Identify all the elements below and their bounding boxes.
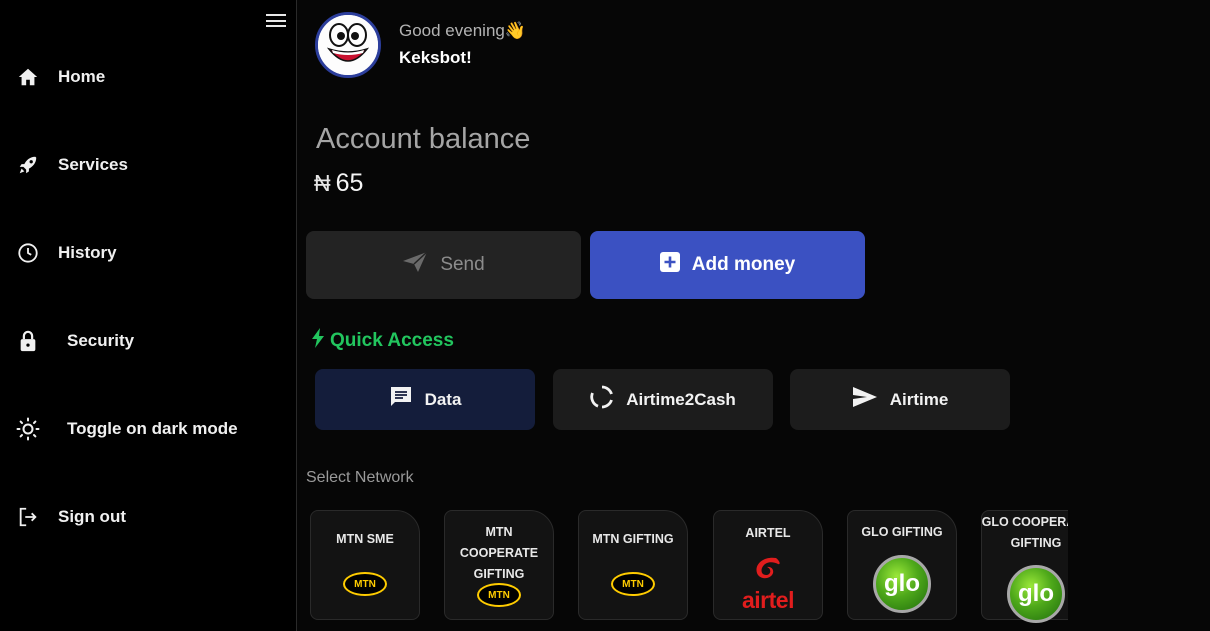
sidebar-item-label: Toggle on dark mode (67, 419, 238, 438)
sidebar: Home Services History Security Toggle on… (0, 0, 297, 631)
sidebar-item-label: Security (67, 331, 135, 350)
network-list: MTN SME MTN MTN COOPERATE GIFTING MTN MT… (308, 510, 1068, 631)
currency-symbol: ₦ (314, 170, 331, 196)
mtn-logo: MTN (611, 572, 655, 596)
send-label: Send (440, 254, 485, 275)
sidebar-item-sign-out[interactable]: Sign out (0, 497, 296, 537)
avatar[interactable] (315, 12, 381, 78)
clock-icon (16, 241, 40, 265)
sign-out-icon (16, 505, 40, 529)
sidebar-item-label: History (58, 243, 117, 262)
plus-square-icon (659, 252, 680, 278)
data-label: Data (424, 389, 462, 409)
network-card-mtn-cooperate-gifting[interactable]: MTN COOPERATE GIFTING MTN (444, 510, 554, 620)
select-network-title: Select Network (306, 469, 414, 486)
sidebar-item-label: Sign out (58, 507, 126, 526)
network-card-label: AIRTEL (745, 526, 791, 540)
airtime2cash-label: Airtime2Cash (626, 389, 736, 409)
add-money-label: Add money (691, 254, 796, 275)
network-card-label: MTN SME (336, 532, 394, 546)
network-card-label: MTN COOPERATE GIFTING (459, 525, 539, 581)
balance-value: ₦ 65 (314, 169, 363, 198)
network-card-label: MTN GIFTING (592, 532, 674, 546)
mtn-logo: MTN (343, 572, 387, 596)
rocket-icon (16, 153, 40, 177)
sidebar-item-security[interactable]: Security (0, 321, 296, 361)
sun-icon (16, 417, 40, 441)
sidebar-item-label: Home (58, 67, 106, 86)
add-money-button[interactable]: Add money (590, 231, 865, 299)
airtel-logo: airtel (714, 556, 822, 614)
airtel-wordmark: airtel (742, 587, 794, 613)
network-card-label: GLO COOPERATE GIFTING (981, 515, 1068, 550)
username: Keksbot! (399, 48, 472, 67)
balance-title: Account balance (316, 123, 531, 155)
refresh-icon (590, 385, 614, 414)
greeting-text: Good evening👋 (399, 21, 527, 40)
sidebar-item-services[interactable]: Services (0, 145, 296, 185)
network-card-label: GLO GIFTING (861, 525, 943, 539)
glo-logo: glo (873, 555, 931, 613)
send-icon (402, 251, 428, 279)
network-card-mtn-sme[interactable]: MTN SME MTN (310, 510, 420, 620)
balance-amount: 65 (335, 169, 364, 197)
sidebar-item-home[interactable]: Home (0, 57, 296, 97)
home-icon (16, 65, 40, 89)
network-card-glo-cooperate-gifting[interactable]: GLO COOPERATE GIFTING glo (981, 510, 1068, 623)
glo-logo: glo (1007, 565, 1065, 623)
send-icon (852, 386, 878, 413)
wave-emoji: 👋 (504, 21, 527, 40)
airtime-label: Airtime (889, 389, 949, 409)
message-icon (389, 385, 413, 414)
send-button[interactable]: Send (306, 231, 581, 299)
quick-access-title: Quick Access (312, 328, 454, 354)
sidebar-item-history[interactable]: History (0, 233, 296, 273)
lightning-icon (312, 328, 324, 354)
network-card-airtel[interactable]: AIRTEL airtel (713, 510, 823, 620)
main-content: Good evening👋 Keksbot! Account balance ₦… (298, 0, 1210, 631)
mtn-logo: MTN (477, 583, 521, 607)
network-card-mtn-gifting[interactable]: MTN GIFTING MTN (578, 510, 688, 620)
airtime2cash-button[interactable]: Airtime2Cash (553, 369, 773, 430)
airtime-button[interactable]: Airtime (790, 369, 1010, 430)
menu-icon[interactable] (266, 14, 286, 30)
sidebar-item-label: Services (58, 155, 128, 174)
data-button[interactable]: Data (315, 369, 535, 430)
lock-icon (16, 329, 40, 353)
sidebar-item-dark-mode[interactable]: Toggle on dark mode (0, 409, 296, 449)
network-card-glo-gifting[interactable]: GLO GIFTING glo (847, 510, 957, 620)
